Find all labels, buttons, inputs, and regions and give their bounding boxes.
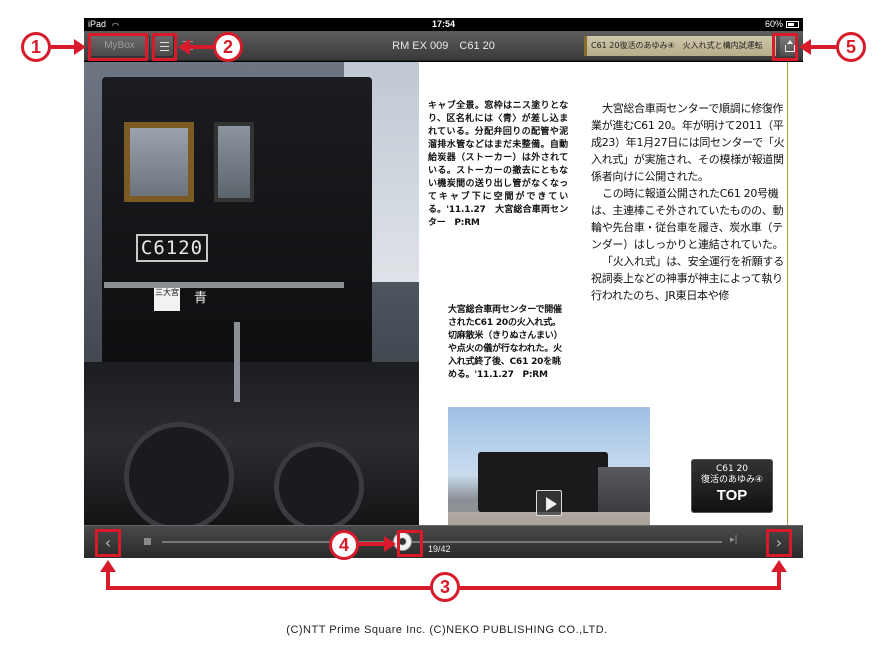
top-button-line2: 復活のあゆみ④	[700, 475, 764, 485]
chapter-top-button[interactable]: C61 20 復活のあゆみ④ TOP	[691, 459, 773, 513]
caption-text: 大宮総合車両センターで開催されたC61 20の火入れ式。切麻散米（きりぬさんまい…	[448, 305, 563, 380]
highlight-prev	[95, 529, 121, 557]
annotation-badge-2: 2	[213, 32, 243, 62]
last-page-icon[interactable]: ▸|	[730, 535, 738, 545]
pipe	[234, 322, 240, 402]
annotation-arrow-head	[178, 39, 190, 55]
magazine-page: C6120 三大宮 青 キャブ全景。窓枠はニス塗りとなり、区名札には〈青〉が差し…	[84, 62, 803, 557]
annotation-arrow-head	[799, 39, 811, 55]
highlight-toc	[152, 33, 177, 61]
battery-icon	[786, 21, 799, 28]
page-indicator: 19/42	[428, 544, 451, 554]
bottom-navigation: ‹ 19/42 ▸| ›	[84, 525, 803, 558]
annotation-arrow	[188, 45, 214, 49]
highlight-slider	[397, 530, 423, 557]
paragraph: 「火入れ式」は、安全運行を祈願する祝詞奏上などの神事が神主によって執り行われたの…	[591, 255, 784, 302]
annotation-arrow-head	[771, 560, 787, 572]
page-slider[interactable]	[162, 541, 722, 543]
top-button-line1: C61 20	[715, 464, 749, 474]
wheel	[124, 422, 234, 525]
first-page-icon[interactable]	[144, 538, 151, 545]
annotation-arrow-head	[74, 39, 86, 55]
chapter-title[interactable]: C61 20復活のあゆみ④ 火入れ式と構内試運転	[584, 36, 776, 56]
pipe	[104, 282, 344, 288]
crowd	[598, 467, 650, 512]
cab-window-side	[214, 122, 254, 202]
video-caption: 大宮総合車両センターで開催されたC61 20の火入れ式。切麻散米（きりぬさんまい…	[448, 304, 566, 382]
clock: 17:54	[431, 19, 456, 29]
paragraph: 大宮総合車両センターで順調に修復作業が進むC61 20。年が明けて2011（平成…	[591, 102, 785, 183]
wheel	[274, 442, 364, 525]
annotation-arrow	[810, 45, 837, 49]
locomotive-photo: C6120 三大宮 青	[84, 62, 419, 525]
annotation-arrow	[51, 45, 75, 49]
photo-caption: キャブ全景。窓枠はニス塗りとなり、区名札には〈青〉が差し込まれている。分配弁回り…	[428, 100, 568, 230]
annotation-arrow-head	[384, 536, 396, 552]
annotation-arrow	[359, 542, 385, 546]
annotation-badge-4: 4	[329, 530, 359, 560]
number-plate: C6120	[136, 234, 208, 262]
annotation-badge-5: 5	[836, 32, 866, 62]
depot-plate: 三大宮	[154, 287, 180, 311]
annotation-badge-1: 1	[21, 32, 51, 62]
cab-window	[124, 122, 194, 202]
highlight-next	[766, 529, 792, 557]
highlight-share	[772, 33, 798, 61]
depot-tag: 青	[194, 291, 208, 306]
annotation-badge-3: 3	[430, 572, 460, 602]
paragraph: この時に報道公開されたC61 20号機は、主連棒こそ外されていたものの、動輪や先…	[591, 187, 784, 251]
ipad-screen: iPad ◠ 17:54 60% RM EX 009 C61 20 MyBox …	[84, 18, 803, 558]
battery-percent: 60%	[764, 19, 783, 29]
copyright: (C)NTT Prime Square Inc. (C)NEKO PUBLISH…	[286, 624, 608, 636]
caption-text: キャブ全景。窓枠はニス塗りとなり、区名札には〈青〉が差し込まれている。分配弁回り…	[428, 101, 568, 228]
status-bar: iPad ◠ 17:54 60%	[84, 18, 803, 31]
page-edge	[787, 62, 788, 525]
top-button-label: TOP	[716, 487, 748, 504]
highlight-mybox	[88, 33, 148, 61]
play-icon[interactable]	[536, 490, 562, 516]
annotation-arrow-head	[100, 560, 116, 572]
article-body: 大宮総合車両センターで順調に修復作業が進むC61 20。年が明けて2011（平成…	[591, 100, 787, 304]
